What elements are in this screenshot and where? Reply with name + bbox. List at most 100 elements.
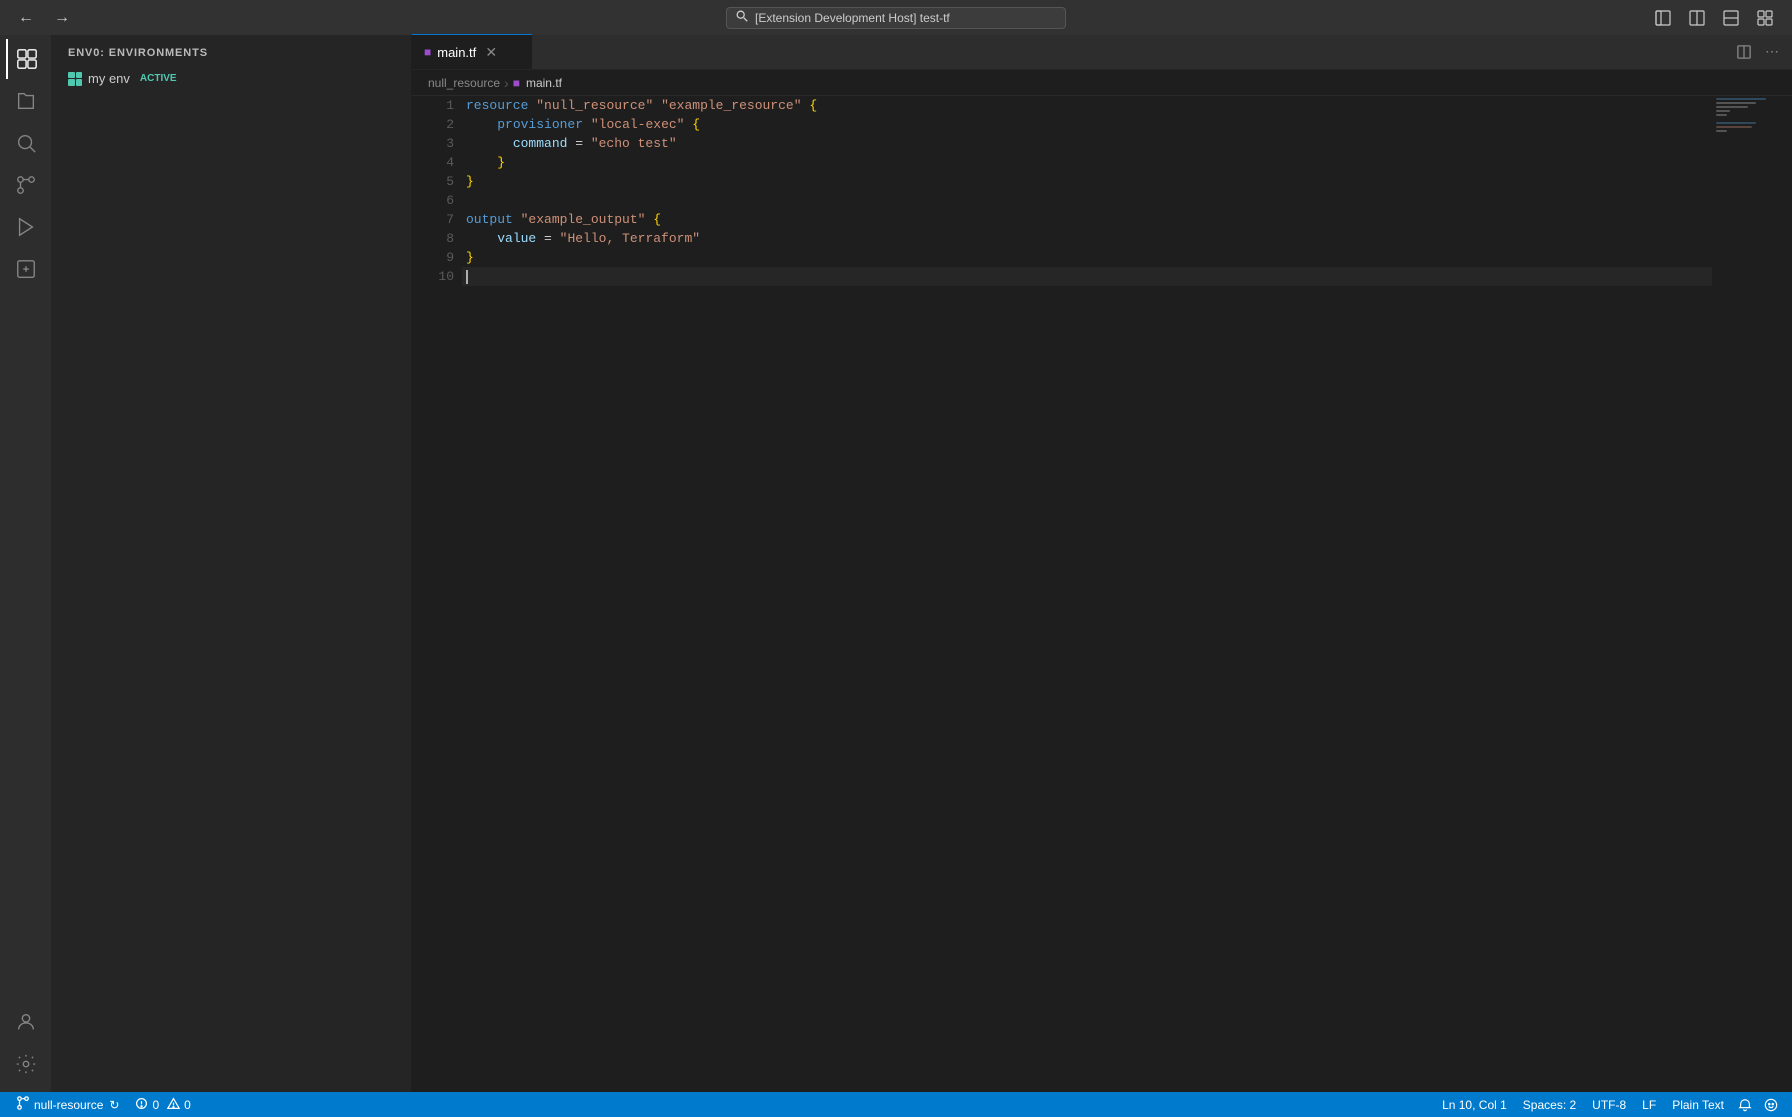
encoding-text: UTF-8 [1592, 1098, 1626, 1112]
more-actions-button[interactable]: ⋯ [1760, 40, 1784, 64]
token: command [513, 136, 568, 151]
breadcrumb-folder: null_resource [428, 76, 500, 90]
warning-icon [167, 1097, 180, 1113]
activity-bar-top [6, 39, 46, 1000]
tab-main-tf[interactable]: ■ main.tf ✕ [412, 34, 532, 69]
line-number-1: 1 [412, 96, 454, 115]
activity-bar-bottom [6, 1002, 46, 1092]
tab-bar: ■ main.tf ✕ ⋯ [412, 35, 1792, 70]
spaces-text: Spaces: 2 [1523, 1098, 1576, 1112]
breadcrumb-file-icon: ■ [513, 76, 520, 90]
status-right: Ln 10, Col 1 Spaces: 2 UTF-8 LF Plain Te… [1434, 1092, 1784, 1117]
notifications-button[interactable] [1732, 1092, 1758, 1117]
status-line-ending[interactable]: LF [1634, 1098, 1664, 1112]
token [466, 155, 497, 170]
token [583, 117, 591, 132]
code-line-5: } [462, 172, 1712, 191]
token: "example_resource" [661, 98, 801, 113]
env-grid-icon [68, 72, 82, 86]
text-cursor [466, 270, 468, 284]
status-position[interactable]: Ln 10, Col 1 [1434, 1098, 1515, 1112]
token: value [497, 231, 536, 246]
customize-layout-button[interactable] [1750, 4, 1780, 32]
token: = [536, 231, 559, 246]
line-number-4: 4 [412, 153, 454, 172]
sidebar-title: ENV0: ENVIRONMENTS [52, 35, 411, 67]
code-editor[interactable]: 12345678910 resource "null_resource" "ex… [412, 96, 1792, 1092]
line-number-5: 5 [412, 172, 454, 191]
line-number-6: 6 [412, 191, 454, 210]
env-icon [68, 72, 82, 86]
split-editor-right-button[interactable] [1732, 40, 1756, 64]
code-line-1: resource "null_resource" "example_resour… [462, 96, 1712, 115]
token [466, 231, 497, 246]
minimap [1712, 96, 1792, 1092]
feedback-button[interactable] [1758, 1092, 1784, 1117]
token: provisioner [497, 117, 583, 132]
tab-close-button[interactable]: ✕ [482, 43, 500, 61]
env-status-badge: ACTIVE [140, 73, 177, 84]
breadcrumb-separator-1: › [504, 75, 509, 91]
tab-bar-right: ⋯ [1732, 34, 1792, 69]
sidebar-item-run-debug[interactable] [6, 207, 46, 247]
sidebar-item-source-control[interactable] [6, 165, 46, 205]
token [653, 98, 661, 113]
token: "echo test" [591, 136, 677, 151]
line-number-3: 3 [412, 134, 454, 153]
line-numbers: 12345678910 [412, 96, 462, 1092]
token [466, 117, 497, 132]
position-text: Ln 10, Col 1 [1442, 1098, 1507, 1112]
sidebar-toggle-button[interactable] [1648, 4, 1678, 32]
code-line-6 [462, 191, 1712, 210]
line-number-10: 10 [412, 267, 454, 286]
code-line-2: provisioner "local-exec" { [462, 115, 1712, 134]
status-errors[interactable]: 0 0 [127, 1097, 198, 1113]
tab-file-icon: ■ [424, 45, 431, 59]
env-item[interactable]: my env ACTIVE [52, 67, 411, 90]
status-branch[interactable]: null-resource ↻ [8, 1096, 127, 1113]
token: } [466, 174, 474, 189]
branch-name: null-resource [34, 1098, 103, 1112]
code-line-3: command = "echo test" [462, 134, 1712, 153]
token: "Hello, Terraform" [560, 231, 700, 246]
titlebar-nav: ← → [12, 4, 76, 32]
token: "local-exec" [591, 117, 685, 132]
code-line-10 [462, 267, 1712, 286]
activity-bar [0, 35, 52, 1092]
sidebar-item-settings[interactable] [6, 1044, 46, 1084]
sidebar-item-explorer[interactable] [6, 81, 46, 121]
status-language[interactable]: Plain Text [1664, 1098, 1732, 1112]
sync-icon: ↻ [109, 1098, 119, 1112]
warning-count: 0 [184, 1098, 191, 1112]
error-count: 0 [152, 1098, 159, 1112]
code-line-7: output "example_output" { [462, 210, 1712, 229]
back-button[interactable]: ← [12, 4, 40, 32]
status-left: null-resource ↻ 0 0 [8, 1096, 199, 1113]
branch-icon [16, 1096, 30, 1113]
code-line-9: } [462, 248, 1712, 267]
code-line-8: value = "Hello, Terraform" [462, 229, 1712, 248]
code-content[interactable]: resource "null_resource" "example_resour… [462, 96, 1712, 1092]
code-line-4: } [462, 153, 1712, 172]
editor-layout-button[interactable] [1682, 4, 1712, 32]
tab-filename: main.tf [437, 45, 476, 60]
line-ending-text: LF [1642, 1098, 1656, 1112]
breadcrumb-file: main.tf [526, 76, 562, 90]
app-body: ENV0: ENVIRONMENTS my env ACTIVE ■ main.… [0, 35, 1792, 1092]
sidebar-item-extensions-bar[interactable] [6, 249, 46, 289]
search-bar-text: [Extension Development Host] test-tf [755, 11, 950, 25]
forward-button[interactable]: → [48, 4, 76, 32]
status-encoding[interactable]: UTF-8 [1584, 1098, 1634, 1112]
sidebar-item-search[interactable] [6, 123, 46, 163]
status-bar: null-resource ↻ 0 0 Ln 10, Col 1 Spaces:… [0, 1092, 1792, 1117]
token: } [497, 155, 505, 170]
search-bar[interactable]: [Extension Development Host] test-tf [726, 7, 1066, 29]
editor-area: ■ main.tf ✕ ⋯ null_resource › ■ main.tf … [412, 35, 1792, 1092]
status-spaces[interactable]: Spaces: 2 [1515, 1098, 1584, 1112]
sidebar-item-account[interactable] [6, 1002, 46, 1042]
minimap-lines [1712, 96, 1792, 138]
line-number-7: 7 [412, 210, 454, 229]
sidebar-item-extensions[interactable] [6, 39, 46, 79]
language-text: Plain Text [1672, 1098, 1724, 1112]
split-editor-button[interactable] [1716, 4, 1746, 32]
